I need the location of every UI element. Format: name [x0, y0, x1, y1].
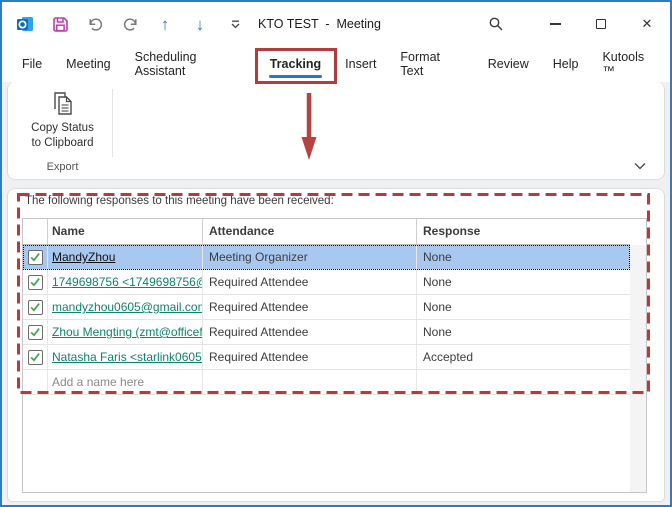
- attendee-name-cell: Natasha Faris <starlink0605@: [48, 345, 203, 369]
- row-checkbox-cell[interactable]: [23, 320, 48, 344]
- response-cell: None: [417, 270, 630, 294]
- search-icon[interactable]: [476, 2, 516, 46]
- ribbon-content-gap: [2, 180, 670, 188]
- annotation-box-tracking-tab: [255, 48, 337, 84]
- tab-meeting[interactable]: Meeting: [54, 46, 122, 82]
- move-down-icon[interactable]: ↓: [190, 14, 210, 34]
- row-checkbox-cell[interactable]: [23, 295, 48, 319]
- tab-scheduling-assistant[interactable]: Scheduling Assistant: [123, 46, 258, 82]
- ribbon: Copy Status to Clipboard Export: [7, 82, 665, 180]
- checked-checkbox-icon[interactable]: [28, 250, 43, 265]
- attendance-cell: [203, 370, 417, 394]
- copy-status-label-line1: Copy Status: [31, 121, 94, 136]
- attendee-name-cell: mandyzhou0605@gmail.com: [48, 295, 203, 319]
- row-checkbox-cell[interactable]: [23, 345, 48, 369]
- attendance-cell: Required Attendee: [203, 270, 417, 294]
- save-icon[interactable]: [50, 14, 70, 34]
- customize-qat-chevron-icon[interactable]: [225, 14, 245, 34]
- tab-tracking[interactable]: Tracking: [258, 46, 333, 82]
- attendance-cell: Meeting Organizer: [203, 245, 417, 269]
- attendee-name-cell: MandyZhou: [48, 245, 203, 269]
- undo-icon[interactable]: [85, 14, 105, 34]
- response-cell: None: [417, 320, 630, 344]
- checked-checkbox-icon[interactable]: [28, 350, 43, 365]
- tracking-pane: The following responses to this meeting …: [7, 188, 665, 502]
- quick-access-toolbar: ↑ ↓: [15, 14, 245, 34]
- row-checkbox-cell[interactable]: [23, 370, 48, 394]
- row-checkbox-cell[interactable]: [23, 270, 48, 294]
- redo-icon[interactable]: [120, 14, 140, 34]
- checked-checkbox-icon[interactable]: [28, 275, 43, 290]
- attendance-cell: Required Attendee: [203, 320, 417, 344]
- attendee-name-cell: Zhou Mengting (zmt@officef: [48, 320, 203, 344]
- attendance-cell: Required Attendee: [203, 295, 417, 319]
- responses-intro-label: The following responses to this meeting …: [25, 195, 334, 207]
- tracking-table-header: Name Attendance Response: [23, 219, 630, 245]
- tab-help[interactable]: Help: [541, 46, 591, 82]
- row-checkbox-cell[interactable]: [23, 245, 48, 269]
- tab-file[interactable]: File: [10, 46, 54, 82]
- tab-kutools[interactable]: Kutools ™: [590, 46, 670, 82]
- annotation-arrow-down: [298, 92, 320, 162]
- table-row[interactable]: 1749698756 <1749698756@q Required Attend…: [23, 270, 630, 295]
- attendee-name-cell: 1749698756 <1749698756@q: [48, 270, 203, 294]
- table-row[interactable]: MandyZhou Meeting Organizer None: [23, 245, 630, 270]
- response-cell: None: [417, 295, 630, 319]
- checked-checkbox-icon[interactable]: [28, 300, 43, 315]
- minimize-button[interactable]: [532, 2, 578, 46]
- tab-format-text[interactable]: Format Text: [388, 46, 475, 82]
- maximize-button[interactable]: [578, 2, 624, 46]
- table-row[interactable]: mandyzhou0605@gmail.com Required Attende…: [23, 295, 630, 320]
- column-header-response[interactable]: Response: [417, 219, 630, 244]
- column-header-checkbox[interactable]: [23, 219, 48, 244]
- move-up-icon[interactable]: ↑: [155, 14, 175, 34]
- attendee-name-cell: Add a name here: [48, 370, 203, 394]
- scrollbar-track-area: [630, 245, 646, 492]
- response-cell: None: [417, 245, 630, 269]
- column-header-name[interactable]: Name: [48, 219, 203, 244]
- attendance-cell: Required Attendee: [203, 345, 417, 369]
- titlebar-controls: ✕: [476, 2, 670, 46]
- outlook-app-icon: [15, 14, 35, 34]
- checked-checkbox-icon[interactable]: [28, 325, 43, 340]
- tab-review[interactable]: Review: [476, 46, 541, 82]
- ribbon-tabs: FileMeetingScheduling AssistantTrackingI…: [2, 46, 670, 82]
- response-cell: Accepted: [417, 345, 630, 369]
- tracking-table-body: MandyZhou Meeting Organizer None 1749698…: [23, 245, 646, 395]
- column-header-attendance[interactable]: Attendance: [203, 219, 417, 244]
- table-row[interactable]: Natasha Faris <starlink0605@ Required At…: [23, 345, 630, 370]
- response-cell: [417, 370, 630, 394]
- title-bar: ↑ ↓ KTO TEST - Meeting ✕: [2, 2, 670, 46]
- export-group-label: Export: [47, 161, 79, 176]
- tracking-table: Name Attendance Response MandyZhou Meeti…: [22, 218, 647, 493]
- copy-icon: [49, 90, 76, 117]
- export-group: Copy Status to Clipboard Export: [14, 85, 111, 176]
- copy-status-label-line2: to Clipboard: [31, 136, 93, 151]
- collapse-ribbon-chevron-icon[interactable]: [631, 159, 649, 173]
- ribbon-group-separator: [112, 89, 113, 157]
- copy-status-to-clipboard-button[interactable]: Copy Status to Clipboard: [27, 85, 98, 153]
- table-row[interactable]: Zhou Mengting (zmt@officef Required Atte…: [23, 320, 630, 345]
- close-button[interactable]: ✕: [624, 2, 670, 46]
- tab-insert[interactable]: Insert: [333, 46, 388, 82]
- table-row[interactable]: Add a name here: [23, 370, 630, 395]
- outlook-meeting-window: ↑ ↓ KTO TEST - Meeting ✕ FileMeeting: [0, 0, 672, 507]
- window-title: KTO TEST - Meeting: [258, 17, 381, 31]
